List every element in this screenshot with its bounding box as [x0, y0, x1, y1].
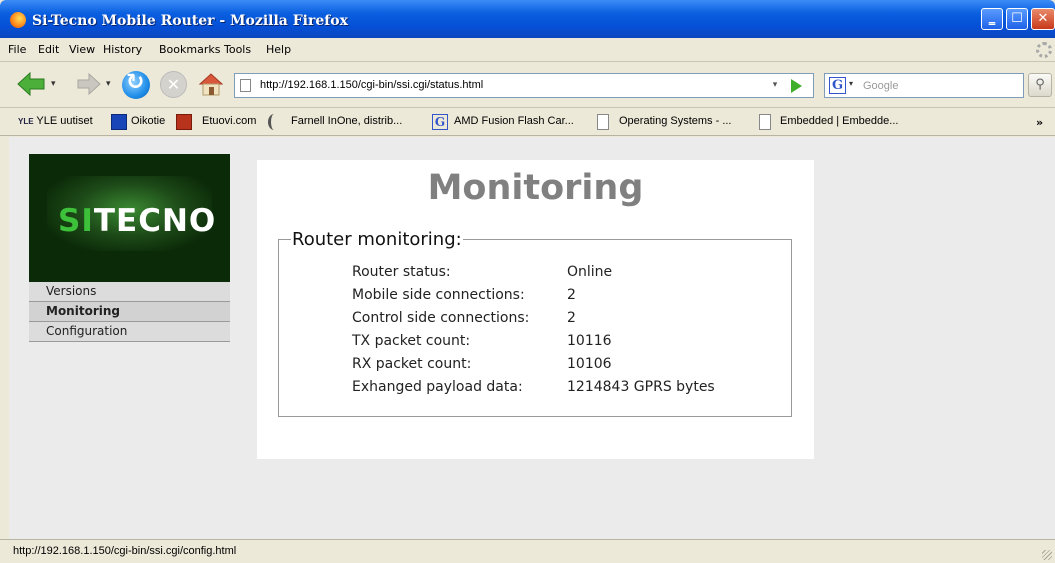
yle-icon: YLE — [18, 117, 34, 126]
etuovi-icon — [176, 114, 192, 130]
payload-data-label: Exhanged payload data: — [352, 379, 523, 395]
bookmarks-toolbar: YLE YLE uutiset Oikotie Etuovi.com Farne… — [0, 108, 1055, 136]
forward-icon[interactable] — [76, 73, 102, 95]
go-icon[interactable] — [791, 79, 802, 93]
engine-dropdown-icon[interactable]: ▾ — [849, 79, 853, 88]
menu-tools[interactable]: Tools — [224, 43, 251, 56]
bookmark-oikotie[interactable]: Oikotie — [131, 115, 165, 127]
bookmark-operating-systems[interactable]: Operating Systems - ... — [619, 115, 731, 127]
tx-packet-value: 10116 — [567, 333, 612, 349]
stop-icon[interactable]: ✕ — [160, 71, 187, 98]
router-status-label: Router status: — [352, 264, 451, 280]
fieldset-legend: Router monitoring: — [292, 229, 462, 250]
url-text[interactable]: http://192.168.1.150/cgi-bin/ssi.cgi/sta… — [260, 79, 483, 91]
bookmark-farnell[interactable]: Farnell InOne, distrib... — [291, 115, 402, 127]
bookmark-label: YLE uutiset — [36, 115, 93, 127]
bookmark-yle[interactable]: YLE YLE uutiset — [18, 115, 93, 127]
page-icon — [759, 114, 771, 130]
search-box[interactable]: G ▾ Google — [824, 73, 1024, 98]
back-icon[interactable] — [16, 71, 46, 97]
page-content: SITECNO Versions Monitoring Configuratio… — [9, 137, 1055, 539]
minimize-button[interactable]: ‗ — [981, 8, 1003, 30]
payload-data-value: 1214843 GPRS bytes — [567, 379, 715, 395]
control-connections-value: 2 — [567, 310, 576, 326]
resize-grip-icon[interactable] — [1042, 550, 1052, 560]
logo-si: SI — [58, 203, 94, 239]
google-engine-icon[interactable]: G — [829, 77, 846, 94]
reload-icon[interactable] — [122, 70, 150, 99]
sidebar-item-configuration[interactable]: Configuration — [29, 322, 230, 342]
search-icon[interactable]: ⚲ — [1028, 73, 1052, 97]
menu-file[interactable]: File — [8, 43, 26, 56]
mobile-connections-label: Mobile side connections: — [352, 287, 525, 303]
rx-packet-label: RX packet count: — [352, 356, 472, 372]
bookmark-amd-fusion[interactable]: AMD Fusion Flash Car... — [454, 115, 574, 127]
forward-dropdown-icon[interactable]: ▾ — [106, 79, 111, 89]
search-placeholder[interactable]: Google — [863, 80, 898, 92]
sidebar-item-monitoring[interactable]: Monitoring — [29, 302, 230, 322]
menu-bar: File Edit View History Bookmarks Tools H… — [0, 38, 1055, 62]
sidebar-item-versions[interactable]: Versions — [29, 282, 230, 302]
logo-tecno: TECNO — [93, 203, 217, 239]
farnell-icon — [268, 114, 280, 130]
page-title: Monitoring — [427, 168, 644, 208]
menu-bookmarks[interactable]: Bookmarks — [159, 43, 220, 56]
rx-packet-value: 10106 — [567, 356, 612, 372]
back-dropdown-icon[interactable]: ▾ — [51, 79, 56, 89]
window-title-bar: Si-Tecno Mobile Router - Mozilla Firefox… — [0, 0, 1055, 38]
url-bar[interactable]: http://192.168.1.150/cgi-bin/ssi.cgi/sta… — [234, 73, 814, 98]
menu-history[interactable]: History — [103, 43, 142, 56]
close-window-button[interactable]: ✕ — [1031, 8, 1055, 30]
menu-edit[interactable]: Edit — [38, 43, 59, 56]
google-icon: G — [432, 114, 448, 130]
status-text: http://192.168.1.150/cgi-bin/ssi.cgi/con… — [13, 545, 237, 557]
bookmark-embedded[interactable]: Embedded | Embedde... — [780, 115, 898, 127]
throbber-icon — [1036, 42, 1052, 58]
mobile-connections-value: 2 — [567, 287, 576, 303]
logo-text: SITECNO — [58, 203, 216, 239]
bookmarks-chevron-icon[interactable]: » — [1036, 116, 1043, 129]
router-status-value: Online — [567, 264, 613, 280]
page-icon — [240, 79, 251, 92]
bookmark-etuovi[interactable]: Etuovi.com — [202, 115, 256, 127]
control-connections-label: Control side connections: — [352, 310, 530, 326]
oikotie-icon — [111, 114, 127, 130]
status-bar: http://192.168.1.150/cgi-bin/ssi.cgi/con… — [0, 539, 1055, 563]
monitoring-panel: Monitoring Router monitoring: Router sta… — [257, 160, 814, 459]
window-title: Si-Tecno Mobile Router - Mozilla Firefox — [32, 13, 348, 29]
tx-packet-label: TX packet count: — [352, 333, 471, 349]
sitecno-logo: SITECNO — [29, 154, 230, 282]
navigation-toolbar: ▾ ▾ ✕ http://192.168.1.150/cgi-bin/ssi.c… — [0, 62, 1055, 108]
home-icon[interactable] — [197, 70, 225, 98]
page-icon — [597, 114, 609, 130]
url-history-dropdown-icon[interactable]: ▾ — [766, 74, 784, 97]
menu-help[interactable]: Help — [266, 43, 291, 56]
sidebar-nav: Versions Monitoring Configuration — [29, 282, 230, 342]
maximize-button[interactable]: ☐ — [1006, 8, 1028, 30]
firefox-icon — [10, 12, 26, 28]
menu-view[interactable]: View — [69, 43, 95, 56]
